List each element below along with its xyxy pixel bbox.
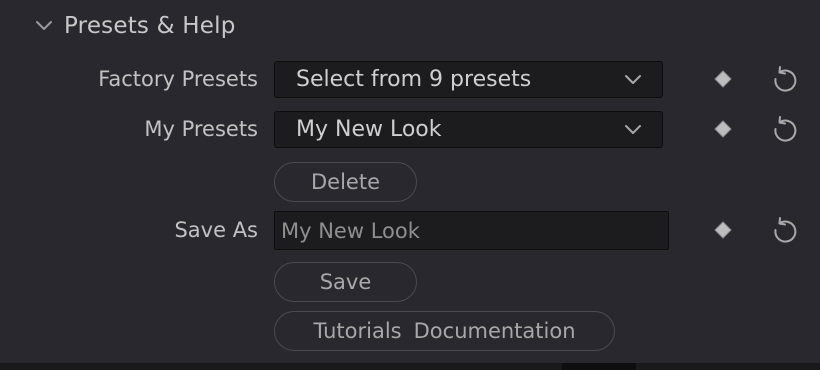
delete-preset-button[interactable]: Delete [274, 162, 417, 202]
save-button-label: Save [319, 270, 372, 294]
my-presets-dropdown[interactable]: My New Look [274, 111, 663, 148]
factory-presets-label: Factory Presets [98, 67, 258, 91]
help-links-button[interactable]: Tutorials Documentation [274, 311, 615, 351]
chevron-down-icon [623, 70, 643, 90]
my-presets-label: My Presets [144, 117, 258, 141]
save-as-name-input[interactable] [274, 211, 669, 250]
reset-icon[interactable] [770, 114, 800, 144]
save-as-label: Save As [174, 218, 258, 242]
diamond-keyframe-icon[interactable] [713, 119, 733, 139]
chevron-down-icon [623, 120, 643, 140]
reset-icon[interactable] [770, 215, 800, 245]
factory-presets-selected-value: Select from 9 presets [296, 67, 532, 92]
section-header-presets-help[interactable]: Presets & Help [34, 8, 236, 44]
presets-help-panel: Presets & Help Factory Presets Select fr… [0, 0, 820, 370]
save-preset-button[interactable]: Save [274, 262, 417, 302]
delete-button-label: Delete [311, 170, 380, 194]
section-title: Presets & Help [64, 13, 236, 39]
diamond-keyframe-icon[interactable] [713, 69, 733, 89]
diamond-keyframe-icon[interactable] [713, 220, 733, 240]
reset-icon[interactable] [770, 64, 800, 94]
bottom-divider-notch [562, 363, 636, 370]
chevron-down-icon[interactable] [34, 16, 54, 36]
bottom-divider [0, 363, 820, 370]
documentation-link[interactable]: Documentation [414, 319, 576, 343]
factory-presets-dropdown[interactable]: Select from 9 presets [274, 61, 663, 98]
tutorials-link[interactable]: Tutorials [313, 319, 401, 343]
my-presets-selected-value: My New Look [296, 117, 442, 142]
